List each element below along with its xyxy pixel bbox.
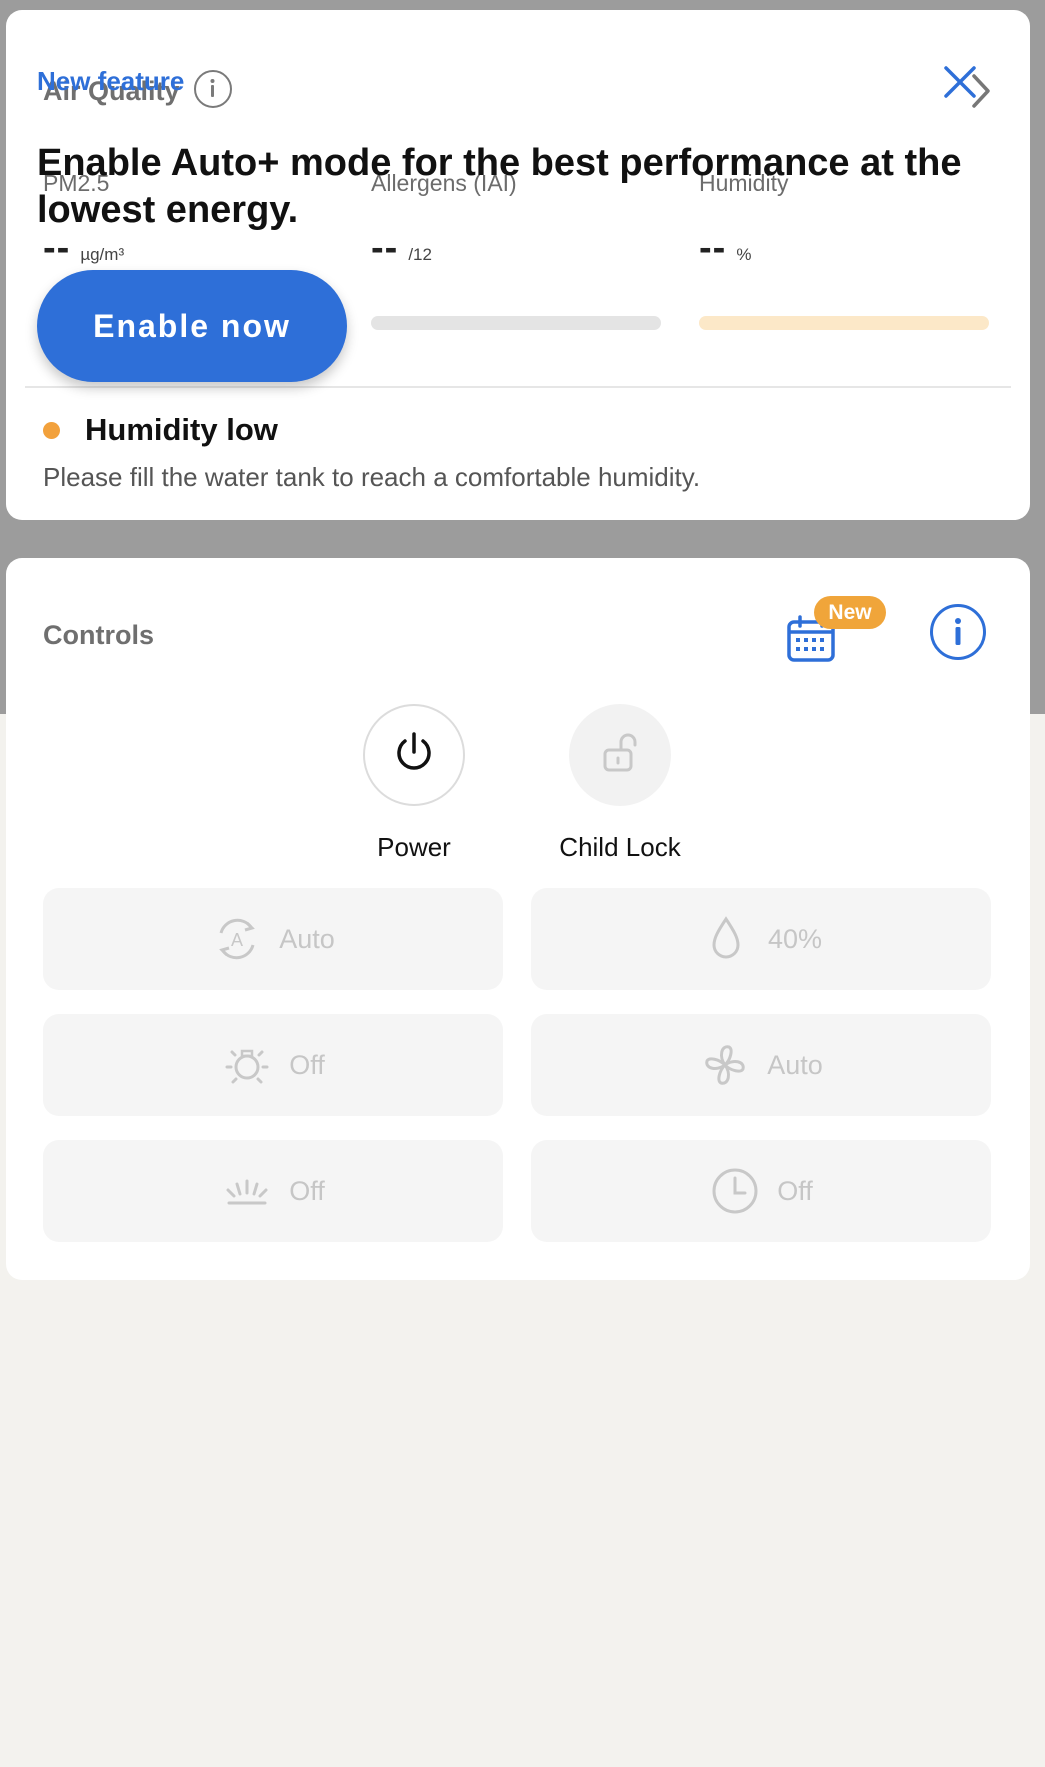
timer-tile[interactable]: Off: [531, 1140, 991, 1242]
power-icon: [391, 730, 437, 781]
alert-message: Please fill the water tank to reach a co…: [43, 462, 701, 492]
light-tile[interactable]: Off: [43, 1014, 503, 1116]
brightness-tile[interactable]: Off: [43, 1140, 503, 1242]
brightness-icon: [221, 1165, 273, 1217]
metric-bar: [371, 316, 661, 330]
controls-title: Controls: [43, 620, 154, 650]
controls-card: Controls New Power Child Lock A Auto 40%…: [6, 558, 1030, 1280]
unlock-icon: [597, 730, 643, 781]
banner-headline: Enable Auto+ mode for the best performan…: [37, 142, 962, 231]
banner-eyebrow: New feature: [37, 66, 185, 96]
svg-text:A: A: [231, 930, 243, 950]
tile-label: Off: [289, 1049, 325, 1080]
schedule-button[interactable]: New: [786, 596, 896, 666]
alert-title: Humidity low: [85, 412, 278, 447]
tile-label: Auto: [279, 923, 335, 954]
water-drop-icon: [700, 913, 752, 965]
power-button[interactable]: [363, 704, 465, 806]
tile-label: 40%: [767, 923, 823, 954]
power-label: Power: [377, 832, 451, 862]
tile-label: Off: [289, 1175, 325, 1206]
humidity-target-tile[interactable]: 40%: [531, 888, 991, 990]
auto-mode-icon: A: [211, 913, 263, 965]
metric-unit: %: [736, 245, 752, 264]
enable-now-button[interactable]: Enable now: [37, 270, 347, 382]
metric-bar: [699, 316, 989, 330]
close-icon[interactable]: [940, 62, 980, 102]
tile-label: Off: [777, 1175, 813, 1206]
child-lock-label: Child Lock: [559, 832, 681, 862]
divider: [25, 386, 1011, 388]
new-badge: New: [814, 596, 886, 629]
tile-label: Auto: [767, 1049, 823, 1080]
info-icon[interactable]: [930, 604, 986, 660]
mode-auto-tile[interactable]: A Auto: [43, 888, 503, 990]
metric-unit: /12: [408, 245, 432, 264]
light-bulb-icon: [221, 1039, 273, 1091]
fan-icon: [699, 1039, 751, 1091]
metric-unit: µg/m³: [80, 245, 125, 264]
fan-speed-tile[interactable]: Auto: [531, 1014, 991, 1116]
warning-dot-icon: [43, 422, 60, 439]
info-icon[interactable]: [194, 70, 232, 108]
timer-icon: [709, 1165, 761, 1217]
child-lock-button[interactable]: [569, 704, 671, 806]
